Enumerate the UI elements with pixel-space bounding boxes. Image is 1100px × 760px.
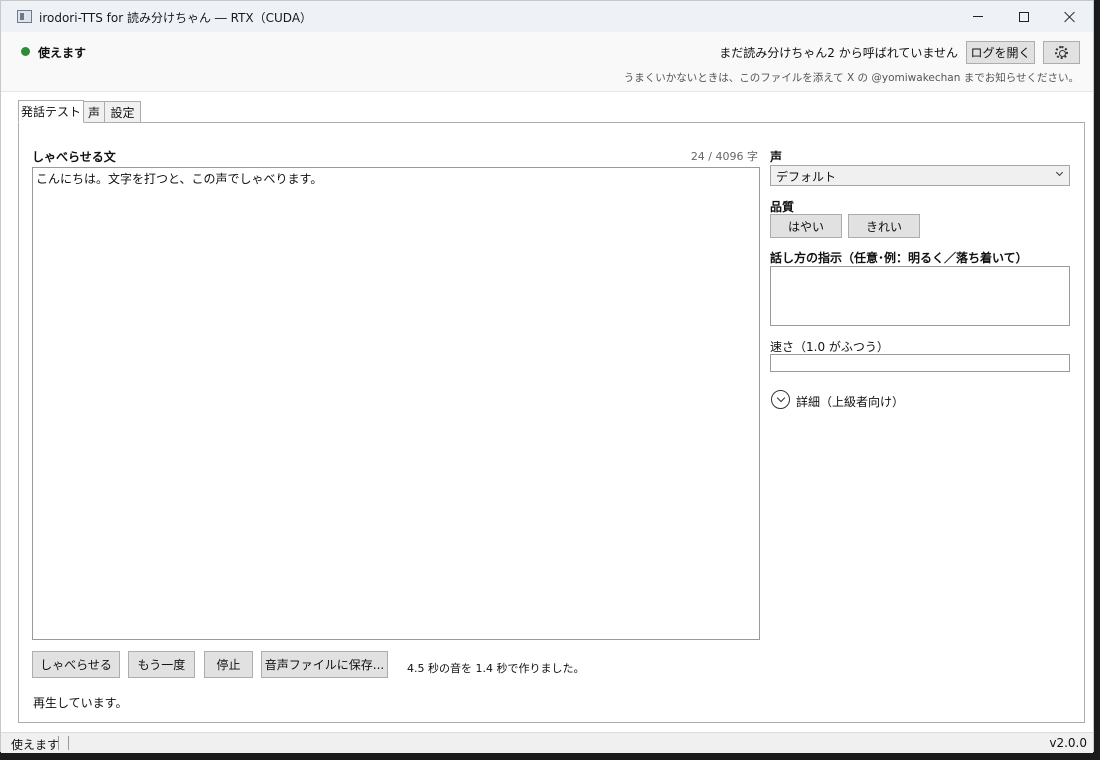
text-label: しゃべらせる文 [32, 150, 116, 164]
voice-select[interactable]: デフォルト [770, 165, 1070, 186]
app-icon [17, 10, 32, 23]
tab-settings[interactable]: 設定 [104, 101, 141, 123]
tab-speech-test[interactable]: 発話テスト [18, 100, 84, 123]
stop-button[interactable]: 停止 [204, 651, 253, 678]
instruction-input[interactable] [770, 266, 1070, 326]
details-toggle[interactable]: 詳細（上級者向け） [796, 393, 904, 410]
playback-status: 再生しています。 [33, 696, 128, 710]
settings-button[interactable] [1043, 41, 1080, 64]
help-text: うまくいかないときは、このファイルを添えて X の @yomiwakechan … [623, 72, 1079, 84]
voice-select-value: デフォルト [776, 170, 837, 184]
close-icon [1064, 11, 1076, 23]
minimize-icon [973, 16, 983, 17]
expand-details-icon[interactable] [771, 390, 790, 409]
tab-voice[interactable]: 声 [83, 101, 105, 123]
quality-label: 品質 [770, 200, 795, 214]
char-count: 24 / 4096 字 [690, 150, 758, 163]
status-header: 使えます まだ読み分けちゃん2 から呼ばれていません うまくいかないときは、この… [1, 32, 1093, 92]
window-title: irodori-TTS for 読み分けちゃん ― RTX（CUDA） [39, 11, 313, 25]
status-bar: 使えます v2.0.0 [1, 732, 1093, 753]
replay-button[interactable]: もう一度 [128, 651, 195, 678]
title-bar: irodori-TTS for 読み分けちゃん ― RTX（CUDA） [1, 1, 1093, 32]
gear-icon [1055, 46, 1068, 59]
speak-button[interactable]: しゃべらせる [32, 651, 120, 678]
status-bar-text: 使えます [11, 738, 60, 752]
minimize-button[interactable] [955, 1, 1001, 32]
maximize-icon [1019, 11, 1029, 22]
save-audio-button[interactable]: 音声ファイルに保存... [261, 651, 388, 678]
version-label: v2.0.0 [1049, 736, 1087, 750]
status-bar-separator [68, 736, 69, 750]
maximize-button[interactable] [1001, 1, 1047, 32]
instruction-label: 話し方の指示（任意･例：明るく／落ち着いて） [770, 251, 1028, 265]
chevron-down-icon [1055, 168, 1064, 177]
speed-input[interactable] [770, 354, 1070, 372]
status-text: 使えます [38, 46, 87, 60]
speed-label: 速さ（1.0 がふつう） [770, 340, 889, 354]
app-window: irodori-TTS for 読み分けちゃん ― RTX（CUDA） 使えます… [0, 0, 1094, 753]
status-indicator-icon [21, 47, 30, 56]
generation-info: 4.5 秒の音を 1.4 秒で作りました。 [407, 662, 585, 675]
speech-text-input[interactable]: こんにちは。文字を打つと、この声でしゃべります。 [32, 167, 760, 640]
connection-status: まだ読み分けちゃん2 から呼ばれていません [719, 46, 958, 60]
open-log-button[interactable]: ログを開く [966, 41, 1035, 64]
close-button[interactable] [1047, 1, 1093, 32]
status-bar-separator [58, 736, 59, 750]
voice-label: 声 [770, 150, 783, 164]
quality-clean-button[interactable]: きれい [848, 214, 920, 238]
quality-fast-button[interactable]: はやい [770, 214, 842, 238]
